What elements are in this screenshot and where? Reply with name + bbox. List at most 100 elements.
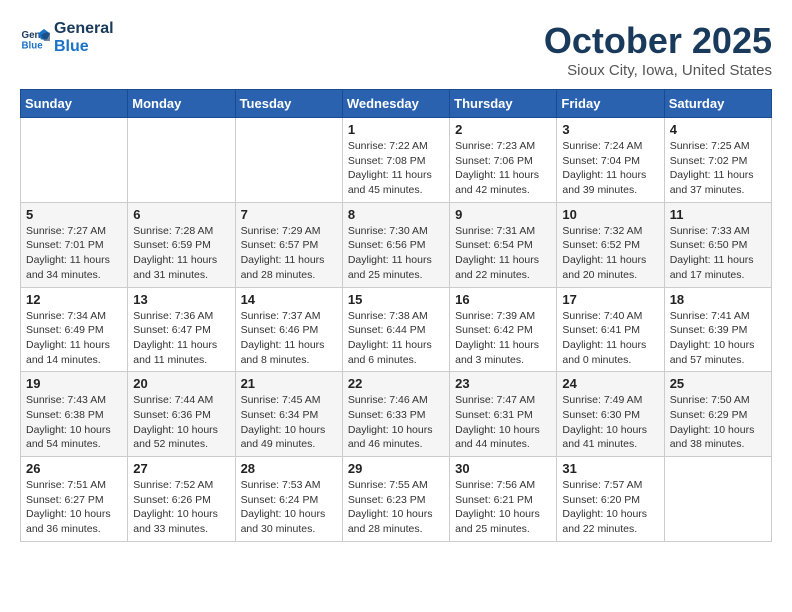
calendar-cell: 16 Sunrise: 7:39 AM Sunset: 6:42 PM Dayli… [450,287,557,372]
calendar-week-row: 19Sunrise: 7:43 AM Sunset: 6:38 PM Dayli… [21,372,772,457]
weekday-header: Wednesday [342,90,449,118]
calendar-cell: 28 Sunrise: 7:53 AM Sunset: 6:24 PM Dayli… [235,457,342,542]
calendar-cell [128,118,235,203]
calendar-cell: 25 Sunrise: 7:50 AM Sunset: 6:29 PM Dayli… [664,372,771,457]
calendar-cell: 13Sunrise: 7:36 AM Sunset: 6:47 PM Dayli… [128,287,235,372]
day-number: 11 [670,207,766,222]
calendar-cell: 30Sunrise: 7:56 AM Sunset: 6:21 PM Dayli… [450,457,557,542]
calendar-cell: 11 Sunrise: 7:33 AM Sunset: 6:50 PM Dayli… [664,202,771,287]
month-title: October 2025 [544,20,772,62]
calendar-cell: 9 Sunrise: 7:31 AM Sunset: 6:54 PM Daylig… [450,202,557,287]
calendar-cell: 22 Sunrise: 7:46 AM Sunset: 6:33 PM Dayli… [342,372,449,457]
day-number: 19 [26,376,122,391]
calendar-cell: 19Sunrise: 7:43 AM Sunset: 6:38 PM Dayli… [21,372,128,457]
calendar-cell [21,118,128,203]
calendar-week-row: 1 Sunrise: 7:22 AM Sunset: 7:08 PM Daylig… [21,118,772,203]
calendar-cell: 18Sunrise: 7:41 AM Sunset: 6:39 PM Dayli… [664,287,771,372]
calendar-cell: 5Sunrise: 7:27 AM Sunset: 7:01 PM Daylig… [21,202,128,287]
weekday-header: Monday [128,90,235,118]
day-number: 5 [26,207,122,222]
calendar-cell: 12 Sunrise: 7:34 AM Sunset: 6:49 PM Dayli… [21,287,128,372]
calendar-cell: 24Sunrise: 7:49 AM Sunset: 6:30 PM Dayli… [557,372,664,457]
day-number: 29 [348,461,444,476]
day-info: Sunrise: 7:24 AM Sunset: 7:04 PM Dayligh… [562,139,658,198]
calendar-cell [664,457,771,542]
weekday-header: Sunday [21,90,128,118]
logo-line1: General [54,20,114,38]
day-info: Sunrise: 7:52 AM Sunset: 6:26 PM Dayligh… [133,478,229,537]
weekday-header: Friday [557,90,664,118]
day-number: 20 [133,376,229,391]
logo-line2: Blue [54,38,114,56]
day-info: Sunrise: 7:22 AM Sunset: 7:08 PM Dayligh… [348,139,444,198]
logo: General Blue General Blue [20,20,114,55]
day-info: Sunrise: 7:38 AM Sunset: 6:44 PM Dayligh… [348,309,444,368]
calendar-cell: 8 Sunrise: 7:30 AM Sunset: 6:56 PM Daylig… [342,202,449,287]
day-info: Sunrise: 7:34 AM Sunset: 6:49 PM Dayligh… [26,309,122,368]
day-number: 9 [455,207,551,222]
calendar-cell: 15 Sunrise: 7:38 AM Sunset: 6:44 PM Dayli… [342,287,449,372]
day-number: 23 [455,376,551,391]
day-number: 25 [670,376,766,391]
day-number: 2 [455,122,551,137]
day-number: 27 [133,461,229,476]
calendar-cell: 31Sunrise: 7:57 AM Sunset: 6:20 PM Dayli… [557,457,664,542]
day-info: Sunrise: 7:57 AM Sunset: 6:20 PM Dayligh… [562,478,658,537]
day-info: Sunrise: 7:25 AM Sunset: 7:02 PM Dayligh… [670,139,766,198]
calendar-table: SundayMondayTuesdayWednesdayThursdayFrid… [20,89,772,542]
day-number: 12 [26,292,122,307]
calendar-cell: 2Sunrise: 7:23 AM Sunset: 7:06 PM Daylig… [450,118,557,203]
day-number: 28 [241,461,337,476]
day-info: Sunrise: 7:39 AM Sunset: 6:42 PM Dayligh… [455,309,551,368]
calendar-cell: 29 Sunrise: 7:55 AM Sunset: 6:23 PM Dayli… [342,457,449,542]
day-info: Sunrise: 7:31 AM Sunset: 6:54 PM Dayligh… [455,224,551,283]
day-number: 7 [241,207,337,222]
weekday-header-row: SundayMondayTuesdayWednesdayThursdayFrid… [21,90,772,118]
day-info: Sunrise: 7:53 AM Sunset: 6:24 PM Dayligh… [241,478,337,537]
day-info: Sunrise: 7:40 AM Sunset: 6:41 PM Dayligh… [562,309,658,368]
calendar-cell: 14Sunrise: 7:37 AM Sunset: 6:46 PM Dayli… [235,287,342,372]
day-info: Sunrise: 7:45 AM Sunset: 6:34 PM Dayligh… [241,393,337,452]
svg-text:Blue: Blue [22,40,44,51]
weekday-header: Saturday [664,90,771,118]
day-info: Sunrise: 7:49 AM Sunset: 6:30 PM Dayligh… [562,393,658,452]
day-number: 21 [241,376,337,391]
day-number: 26 [26,461,122,476]
calendar-cell [235,118,342,203]
weekday-header: Thursday [450,90,557,118]
day-number: 22 [348,376,444,391]
calendar-cell: 21 Sunrise: 7:45 AM Sunset: 6:34 PM Dayli… [235,372,342,457]
day-number: 15 [348,292,444,307]
calendar-cell: 3 Sunrise: 7:24 AM Sunset: 7:04 PM Daylig… [557,118,664,203]
day-info: Sunrise: 7:51 AM Sunset: 6:27 PM Dayligh… [26,478,122,537]
day-number: 30 [455,461,551,476]
day-number: 3 [562,122,658,137]
day-info: Sunrise: 7:33 AM Sunset: 6:50 PM Dayligh… [670,224,766,283]
day-info: Sunrise: 7:28 AM Sunset: 6:59 PM Dayligh… [133,224,229,283]
day-info: Sunrise: 7:46 AM Sunset: 6:33 PM Dayligh… [348,393,444,452]
calendar-cell: 27 Sunrise: 7:52 AM Sunset: 6:26 PM Dayli… [128,457,235,542]
calendar-week-row: 26 Sunrise: 7:51 AM Sunset: 6:27 PM Dayli… [21,457,772,542]
day-number: 1 [348,122,444,137]
calendar-cell: 23 Sunrise: 7:47 AM Sunset: 6:31 PM Dayli… [450,372,557,457]
day-number: 4 [670,122,766,137]
day-info: Sunrise: 7:55 AM Sunset: 6:23 PM Dayligh… [348,478,444,537]
day-info: Sunrise: 7:41 AM Sunset: 6:39 PM Dayligh… [670,309,766,368]
day-info: Sunrise: 7:30 AM Sunset: 6:56 PM Dayligh… [348,224,444,283]
day-number: 10 [562,207,658,222]
day-info: Sunrise: 7:36 AM Sunset: 6:47 PM Dayligh… [133,309,229,368]
calendar-cell: 6 Sunrise: 7:28 AM Sunset: 6:59 PM Daylig… [128,202,235,287]
calendar-cell: 26 Sunrise: 7:51 AM Sunset: 6:27 PM Dayli… [21,457,128,542]
calendar-week-row: 5Sunrise: 7:27 AM Sunset: 7:01 PM Daylig… [21,202,772,287]
calendar-cell: 7 Sunrise: 7:29 AM Sunset: 6:57 PM Daylig… [235,202,342,287]
day-info: Sunrise: 7:47 AM Sunset: 6:31 PM Dayligh… [455,393,551,452]
logo-icon: General Blue [20,23,50,53]
calendar-week-row: 12 Sunrise: 7:34 AM Sunset: 6:49 PM Dayli… [21,287,772,372]
calendar-cell: 10Sunrise: 7:32 AM Sunset: 6:52 PM Dayli… [557,202,664,287]
day-number: 8 [348,207,444,222]
day-info: Sunrise: 7:29 AM Sunset: 6:57 PM Dayligh… [241,224,337,283]
day-info: Sunrise: 7:50 AM Sunset: 6:29 PM Dayligh… [670,393,766,452]
day-number: 16 [455,292,551,307]
day-number: 6 [133,207,229,222]
day-number: 14 [241,292,337,307]
